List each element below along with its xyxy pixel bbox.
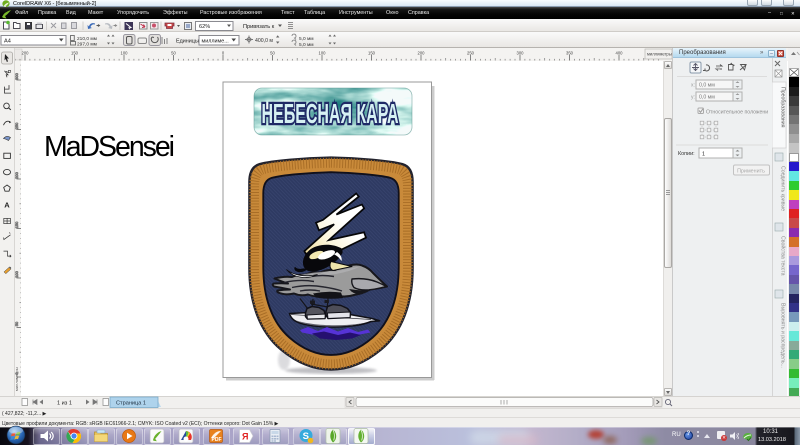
svg-text:350: 350 <box>566 50 574 55</box>
svg-text:Относительное положени: Относительное положени <box>706 110 768 116</box>
svg-text:A: A <box>4 201 10 210</box>
svg-text:0,0 мм: 0,0 мм <box>699 83 715 89</box>
svg-text:Преобразования: Преобразования <box>780 87 786 128</box>
svg-text:400: 400 <box>616 50 624 55</box>
svg-text:миллиметры: миллиметры <box>15 367 19 391</box>
svg-text:y:: y: <box>691 95 695 101</box>
svg-text:50: 50 <box>270 50 275 55</box>
svg-text:Выровнять и распредель...: Выровнять и распредель... <box>780 303 786 368</box>
svg-text:100: 100 <box>319 50 327 55</box>
svg-text:MaDSensei: MaDSensei <box>44 131 175 163</box>
svg-text:Единицы:: Единицы: <box>176 39 200 45</box>
svg-text:50: 50 <box>15 321 19 326</box>
svg-text:1: 1 <box>702 152 705 158</box>
svg-text:НЕБЕСНАЯ КАРА: НЕБЕСНАЯ КАРА <box>262 98 399 129</box>
svg-text:Применить: Применить <box>737 169 765 175</box>
svg-text:150: 150 <box>368 50 376 55</box>
svg-text:миллиме...: миллиме... <box>202 39 229 45</box>
svg-text:250: 250 <box>15 122 19 129</box>
svg-text:Копии:: Копии: <box>678 151 695 157</box>
svg-text:250: 250 <box>467 50 475 55</box>
svg-text:200: 200 <box>15 171 19 178</box>
svg-text:5,0 мм: 5,0 мм <box>299 36 314 42</box>
svg-text:297,0 мм: 297,0 мм <box>77 42 97 48</box>
svg-text:210,0 мм: 210,0 мм <box>77 36 97 42</box>
svg-text:Соединить кривые: Соединить кривые <box>780 166 786 211</box>
svg-text:300: 300 <box>15 72 19 79</box>
svg-text:200: 200 <box>22 50 30 55</box>
svg-text:A4: A4 <box>4 39 11 45</box>
svg-text:Я: Я <box>242 432 248 442</box>
svg-text:миллиметры: миллиметры <box>647 52 672 57</box>
svg-text:400,0 м: 400,0 м <box>255 38 273 44</box>
svg-text:PDF: PDF <box>212 437 222 443</box>
svg-text:150: 150 <box>71 50 79 55</box>
svg-text:0,0 мм: 0,0 мм <box>699 95 715 101</box>
svg-text:100: 100 <box>15 270 19 277</box>
svg-text:Привязать к: Привязать к <box>243 24 275 30</box>
svg-text:Свойства текста: Свойства текста <box>780 236 787 276</box>
svg-text:50: 50 <box>171 50 176 55</box>
svg-text:200: 200 <box>418 50 426 55</box>
svg-text:300: 300 <box>517 50 525 55</box>
svg-text:1 из 1: 1 из 1 <box>57 401 72 407</box>
svg-text:Страница 1: Страница 1 <box>116 401 146 407</box>
svg-text:100: 100 <box>121 50 129 55</box>
svg-text:150: 150 <box>15 221 19 228</box>
svg-text:x:: x: <box>691 83 695 89</box>
svg-text:62%: 62% <box>199 24 210 30</box>
